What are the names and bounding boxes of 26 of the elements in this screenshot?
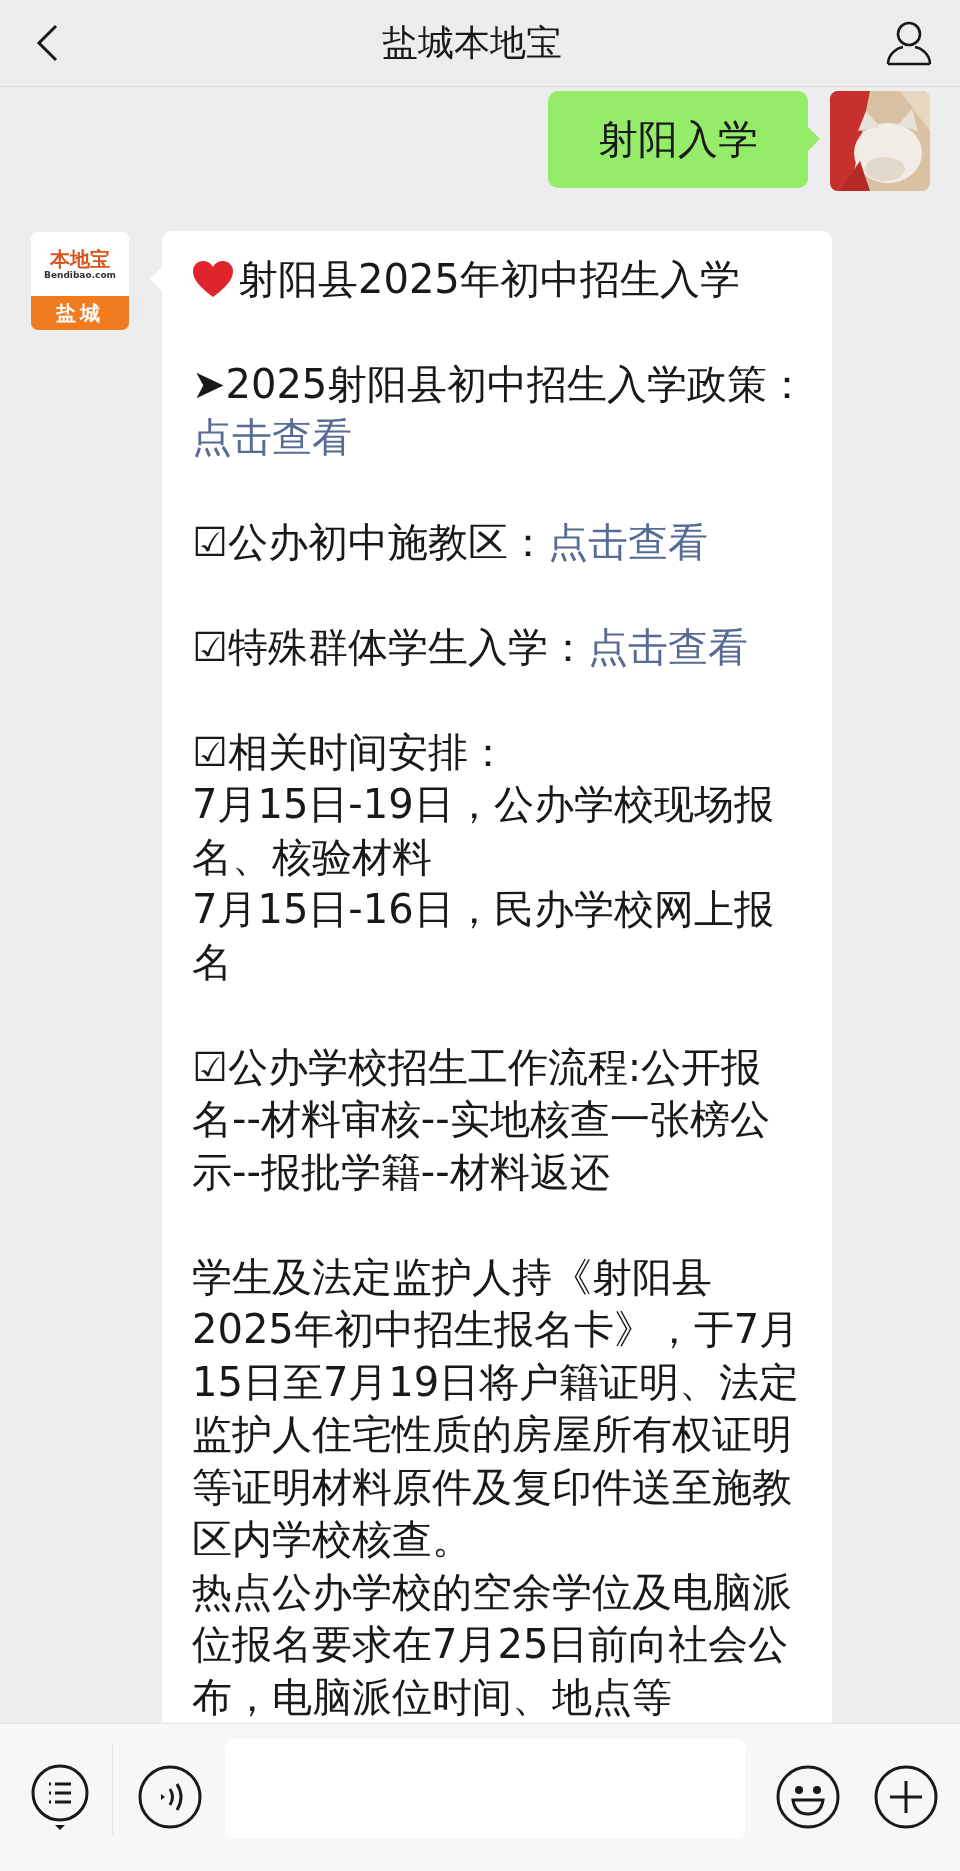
logo-site: Bendibao.com xyxy=(44,270,116,280)
schedule-line: 7月15日-16日，民办学校网上报名 xyxy=(192,885,775,987)
add-icon[interactable] xyxy=(873,1764,939,1830)
list-item-text: ☑公办初中施教区：点击查看 xyxy=(192,517,709,567)
view-link[interactable]: 点击查看 xyxy=(587,623,748,670)
list-item-text: ➤2025射阳县初中招生入学政策： 点击查看 xyxy=(192,360,809,462)
list-item-text: ☑相关时间安排： xyxy=(192,727,509,777)
menu-icon[interactable] xyxy=(30,1764,90,1830)
emoji-icon[interactable] xyxy=(775,1764,841,1830)
logo-text: 本地宝 xyxy=(50,248,110,269)
list-item-text: ☑公办学校招生工作流程:公开报名--材料审核--实地核查一张榜公示--报批学籍--材料返还 xyxy=(192,1042,771,1197)
chat-title: 盐城本地宝 xyxy=(382,20,562,65)
person-icon[interactable] xyxy=(886,20,932,66)
list-item-text: ☑特殊群体学生入学：点击查看 xyxy=(192,622,749,672)
schedule-line: 7月15日-19日，公办学校现场报名、核验材料 xyxy=(192,780,775,882)
voice-icon[interactable] xyxy=(137,1764,203,1830)
view-link[interactable]: 点击查看 xyxy=(192,413,352,460)
heading-text: 射阳县2025年初中招生入学 xyxy=(238,255,740,304)
view-link[interactable]: 点击查看 xyxy=(547,518,708,565)
logo-city: 盐城 xyxy=(31,296,129,330)
paragraph: 热点公办学校的空余学位及电脑派位报名要求在7月25日前向社会公布，电脑派位时间、地点等 xyxy=(192,1567,793,1722)
message-bubble: 射阳入学 xyxy=(548,91,808,188)
heart-icon xyxy=(192,260,234,299)
back-icon[interactable] xyxy=(36,24,58,62)
paragraph: 学生及法定监护人持《射阳县2025年初中招生报名卡》，于7月15日至7月19日将户籍证明、法定监护人住宅性质的房屋所有权证明等证明材料原件及复印件送至施教区内学校核查。 xyxy=(192,1252,801,1564)
account-logo[interactable]: 本地宝 Bendibao.com 盐城 xyxy=(30,231,130,331)
